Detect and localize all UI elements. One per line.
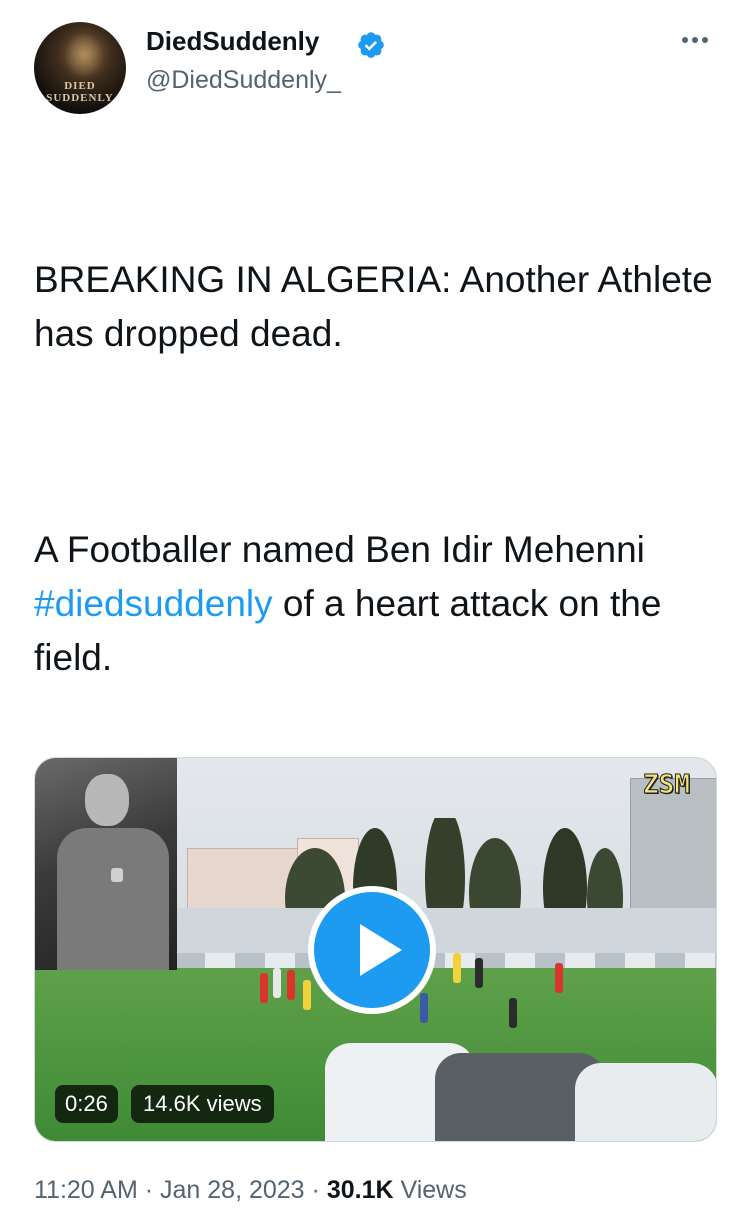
video-player-figure (453, 953, 461, 983)
play-icon (360, 924, 402, 976)
avatar[interactable]: DIED SUDDENLY (34, 22, 126, 114)
avatar-logo-text: DIED SUDDENLY (46, 80, 114, 104)
tweet-text-segment: A Footballer named Ben Idir Mehenni (34, 529, 656, 570)
verified-badge-icon (358, 32, 384, 58)
views-label: Views (400, 1176, 467, 1204)
video-player[interactable]: ZSM 0:26 14.6K views (34, 757, 717, 1142)
video-player-figure (273, 968, 281, 998)
tweet-date[interactable]: Jan 28, 2023 (160, 1176, 305, 1204)
view-count: 30.1K (326, 1176, 394, 1204)
video-tent (575, 1063, 716, 1141)
video-duration: 0:26 (55, 1085, 118, 1123)
tweet-paragraph-1: BREAKING IN ALGERIA: Another Athlete has… (34, 259, 723, 354)
video-inset-portrait (35, 758, 177, 970)
tweet-meta: 11:20 AM · Jan 28, 2023 · 30.1K Views (34, 1176, 467, 1205)
meta-separator: · (144, 1176, 154, 1204)
tweet-paragraph-2: A Footballer named Ben Idir Mehenni #die… (34, 523, 724, 685)
inset-body (57, 828, 169, 970)
video-player-figure (303, 980, 311, 1010)
video-player-figure (509, 998, 517, 1028)
video-player-figure (555, 963, 563, 993)
hashtag-link[interactable]: #diedsuddenly (34, 583, 273, 624)
author-handle[interactable]: @DiedSuddenly_ (146, 66, 341, 95)
inset-head (85, 774, 129, 826)
more-options-icon[interactable] (682, 30, 716, 50)
avatar-art (64, 32, 104, 78)
video-player-figure (475, 958, 483, 988)
inset-crest (111, 868, 123, 882)
author-name[interactable]: DiedSuddenly (146, 26, 319, 57)
video-player-figure (287, 970, 295, 1000)
meta-separator: · (311, 1176, 320, 1204)
play-button[interactable] (308, 886, 436, 1014)
video-watermark: ZSM (643, 770, 691, 801)
video-player-figure (420, 993, 428, 1023)
video-views: 14.6K views (131, 1085, 274, 1123)
tweet-time[interactable]: 11:20 AM (34, 1176, 138, 1204)
video-player-figure (260, 973, 268, 1003)
